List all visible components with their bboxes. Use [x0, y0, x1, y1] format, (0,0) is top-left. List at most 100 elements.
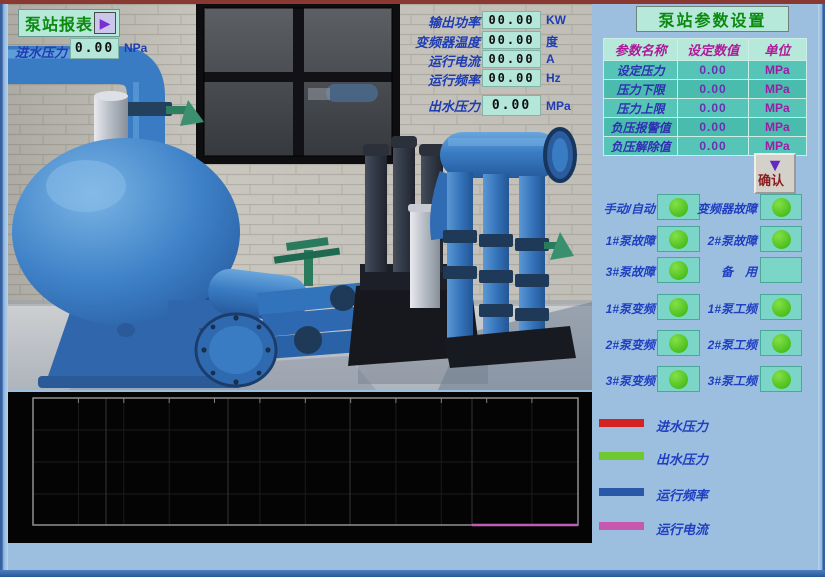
status-label-pump3-mains: 3#泵工频	[708, 372, 757, 389]
col-header-value: 设定数值	[678, 39, 748, 61]
outlet-pressure-label: 出水压力	[428, 96, 480, 115]
status-label-pump2-fault: 2#泵故障	[708, 232, 757, 249]
legend-label: 运行频率	[656, 485, 708, 504]
vfd-temperature-value: 00.00	[482, 31, 541, 49]
legend-swatch-run-frequency	[599, 488, 644, 496]
run-frequency-label: 运行频率	[428, 70, 480, 89]
param-value[interactable]: 0.00	[678, 99, 748, 118]
param-unit: MPa	[748, 118, 806, 137]
telemetry-row: 运行频率 00.00 Hz	[8, 69, 592, 88]
status-lamp	[772, 198, 791, 217]
col-header-name: 参数名称	[604, 39, 678, 61]
param-unit: MPa	[748, 99, 806, 118]
legend-item: 运行频率	[592, 485, 818, 501]
window-bottom-border	[0, 570, 825, 577]
run-current-label: 运行电流	[428, 51, 480, 70]
run-frequency-value: 00.00	[482, 69, 541, 87]
status-label-pump1-fault: 1#泵故障	[606, 232, 655, 249]
status-lamp-box	[657, 194, 700, 220]
vfd-temperature-unit: 度	[546, 33, 558, 50]
table-row: 压力上限 0.00 MPa	[604, 99, 807, 118]
status-lamp-box	[657, 257, 700, 283]
status-label-pump3-fault: 3#泵故障	[606, 263, 655, 280]
status-lamp	[669, 334, 688, 353]
status-label-pump1-vfd: 1#泵变频	[606, 300, 655, 317]
param-name: 压力下限	[604, 80, 678, 99]
outlet-pressure-value: 0.00	[482, 95, 541, 116]
confirm-button[interactable]: ▼ 确认	[754, 153, 796, 194]
status-lamp	[669, 298, 688, 317]
status-lamp	[669, 261, 688, 280]
status-lamp-box	[760, 226, 802, 252]
status-lamp-box	[760, 294, 802, 320]
status-row: 3#泵变频 3#泵工频	[592, 366, 818, 393]
status-label-spare: 备 用	[721, 263, 757, 280]
status-label-pump1-mains: 1#泵工频	[708, 300, 757, 317]
table-row: 压力下限 0.00 MPa	[604, 80, 807, 99]
status-lamp	[669, 198, 688, 217]
legend-swatch-outlet-pressure	[599, 452, 644, 460]
status-lamp	[772, 298, 791, 317]
status-lamp	[669, 370, 688, 389]
status-row: 1#泵变频 1#泵工频	[592, 294, 818, 321]
run-frequency-unit: Hz	[546, 71, 561, 85]
status-label-pump2-vfd: 2#泵变频	[606, 336, 655, 353]
telemetry-row: 变频器温度 00.00 度	[8, 31, 592, 50]
status-label-pump2-mains: 2#泵工频	[708, 336, 757, 353]
param-name: 压力上限	[604, 99, 678, 118]
trend-chart	[8, 392, 592, 543]
legend-item: 进水压力	[592, 416, 818, 432]
status-lamp-box	[657, 294, 700, 320]
status-lamp-box	[760, 330, 802, 356]
settings-panel-title: 泵站参数设置	[636, 6, 789, 32]
status-lamp	[772, 370, 791, 389]
status-row: 手动/自动 变频器故障	[592, 194, 818, 221]
status-lamp-box	[657, 226, 700, 252]
confirm-button-label: 确认	[758, 170, 784, 189]
status-row: 3#泵故障 备 用	[592, 257, 818, 284]
window-left-border	[0, 4, 8, 570]
outlet-pressure-row: 出水压力 0.00 MPa	[8, 95, 592, 114]
legend-swatch-run-current	[599, 522, 644, 530]
output-power-label: 输出功率	[428, 12, 480, 31]
output-power-value: 00.00	[482, 11, 541, 29]
telemetry-row: 输出功率 00.00 KW	[8, 11, 592, 30]
status-row: 2#泵变频 2#泵工频	[592, 330, 818, 357]
status-label-manual-auto: 手动/自动	[604, 200, 655, 217]
status-lamp-box	[760, 194, 802, 220]
discharge-manifold	[440, 129, 576, 368]
param-name: 负压解除值	[604, 137, 678, 156]
run-current-unit: A	[546, 52, 555, 66]
status-lamp-box	[760, 257, 802, 283]
param-unit: MPa	[748, 80, 806, 99]
table-row: 负压报警值 0.00 MPa	[604, 118, 807, 137]
output-power-unit: KW	[546, 13, 566, 27]
param-value[interactable]: 0.00	[678, 80, 748, 99]
param-value[interactable]: 0.00	[678, 118, 748, 137]
status-lamp	[772, 334, 791, 353]
window-right-border	[818, 4, 825, 570]
param-name: 负压报警值	[604, 118, 678, 137]
param-value[interactable]: 0.00	[678, 61, 748, 80]
param-unit: MPa	[748, 61, 806, 80]
status-lamp-box	[657, 330, 700, 356]
status-row: 1#泵故障 2#泵故障	[592, 226, 818, 253]
param-value[interactable]: 0.00	[678, 137, 748, 156]
parameter-table: 参数名称 设定数值 单位 设定压力 0.00 MPa 压力下限 0.00 MPa…	[603, 38, 807, 156]
settings-panel: 泵站参数设置 参数名称 设定数值 单位 设定压力 0.00 MPa 压力下限 0…	[592, 4, 818, 570]
vfd-temperature-label: 变频器温度	[415, 32, 480, 51]
status-lamp	[669, 230, 688, 249]
status-lamp	[772, 230, 791, 249]
table-row: 设定压力 0.00 MPa	[604, 61, 807, 80]
legend-swatch-inlet-pressure	[599, 419, 644, 427]
outlet-pressure-unit: MPa	[546, 99, 571, 113]
trend-chart-plot	[8, 392, 592, 543]
run-current-value: 00.00	[482, 50, 541, 68]
telemetry-row: 运行电流 00.00 A	[8, 50, 592, 69]
col-header-unit: 单位	[748, 39, 806, 61]
status-label-vfd-fault: 变频器故障	[697, 200, 757, 217]
param-name: 设定压力	[604, 61, 678, 80]
legend-label: 出水压力	[656, 449, 708, 468]
legend-item: 出水压力	[592, 449, 818, 465]
legend-label: 运行电流	[656, 519, 708, 538]
